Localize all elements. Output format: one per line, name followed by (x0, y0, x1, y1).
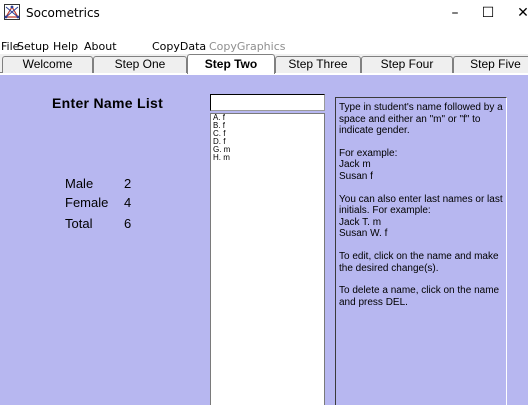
male-count: 2 (124, 176, 132, 191)
name-list-box[interactable]: A. f B. f C. f D. f G. m H. m (210, 113, 325, 405)
socometrics-app-icon (4, 4, 20, 20)
help-paragraph-delete: To delete a name, click on the name and … (339, 285, 500, 308)
window-title: Socometrics (26, 6, 100, 20)
instructions-panel: Type in student's name followed by a spa… (335, 97, 507, 405)
list-item[interactable]: B. f (211, 122, 324, 130)
tab-step-five[interactable]: Step Five (453, 56, 528, 73)
maximize-button[interactable]: ☐ (470, 2, 506, 26)
female-count: 4 (124, 195, 132, 210)
menu-copydata[interactable]: CopyData (152, 40, 206, 53)
title-bar: Socometrics – ☐ ✕ (0, 0, 528, 38)
step-two-panel: Enter Name List Male 2 Female 4 Total 6 … (0, 74, 528, 405)
list-item[interactable]: C. f (211, 130, 324, 138)
tab-strip: Welcome Step One Step Two Step Three Ste… (0, 54, 528, 74)
tab-step-two[interactable]: Step Two (187, 54, 275, 74)
name-entry-input[interactable] (210, 94, 325, 111)
tab-step-four[interactable]: Step Four (361, 56, 453, 73)
tab-welcome[interactable]: Welcome (2, 56, 93, 73)
help-paragraph-example: For example: Jack m Susan f (339, 147, 398, 182)
help-paragraph-edit: To edit, click on the name and make the … (339, 250, 499, 274)
total-count: 6 (124, 216, 132, 231)
total-label: Total (65, 216, 93, 231)
help-paragraph-intro: Type in student's name followed by a spa… (339, 102, 503, 137)
minimize-button[interactable]: – (437, 2, 473, 26)
male-label: Male (65, 176, 94, 191)
help-paragraph-last-names: You can also enter last names or last in… (339, 193, 503, 240)
close-button[interactable]: ✕ (505, 2, 528, 26)
menu-about[interactable]: About (84, 40, 117, 53)
tab-step-one[interactable]: Step One (93, 56, 187, 73)
page-title: Enter Name List (52, 95, 164, 111)
menu-help[interactable]: Help (53, 40, 78, 53)
tab-step-three[interactable]: Step Three (275, 56, 361, 73)
menu-setup[interactable]: Setup (17, 40, 49, 53)
list-item[interactable]: H. m (211, 154, 324, 162)
list-item[interactable]: A. f (211, 114, 324, 122)
female-label: Female (65, 195, 109, 210)
menu-copygraphics[interactable]: CopyGraphics (209, 40, 285, 53)
